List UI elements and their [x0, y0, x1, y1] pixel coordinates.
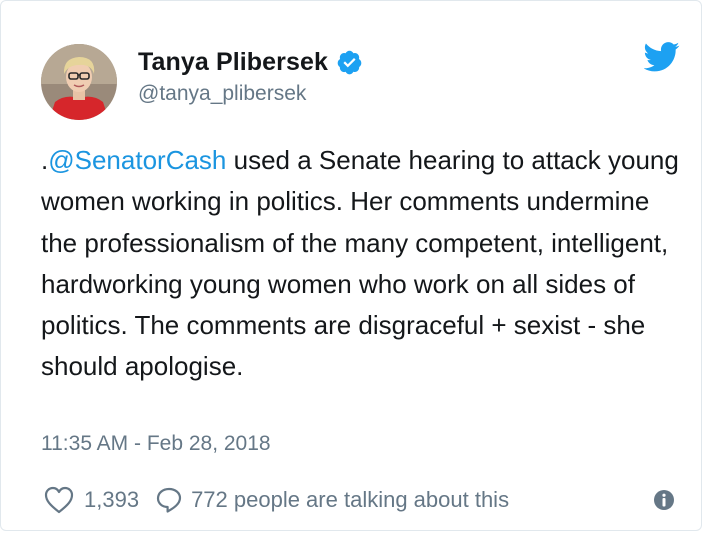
twitter-bird-icon[interactable]: [644, 42, 680, 72]
tweet-card: Tanya Plibersek @tanya_plibersek .@Senat…: [0, 0, 702, 531]
conversation-text: 772 people are talking about this: [191, 487, 510, 512]
conversation-link[interactable]: 772 people are talking about this: [155, 486, 509, 514]
mention-link[interactable]: @SenatorCash: [48, 145, 226, 175]
author-handle[interactable]: @tanya_plibersek: [138, 82, 306, 106]
tweet-body: used a Senate hearing to attack young wo…: [41, 145, 679, 382]
like-count: 1,393: [84, 487, 140, 512]
info-icon[interactable]: [653, 489, 675, 511]
verified-badge-icon: [337, 50, 362, 74]
heart-icon: [44, 486, 74, 514]
avatar-photo: [41, 44, 117, 120]
like-button[interactable]: 1,393: [44, 486, 139, 514]
tweet-text: .@SenatorCash used a Senate hearing to a…: [41, 140, 691, 388]
author-name-row[interactable]: Tanya Plibersek: [138, 44, 363, 80]
speech-bubble-icon: [156, 487, 182, 513]
tweet-actions: 1,393 772 people are talking about this: [44, 483, 509, 517]
tweet-timestamp[interactable]: 11:35 AM - Feb 28, 2018: [41, 432, 271, 456]
avatar[interactable]: [41, 44, 117, 120]
author-display-name[interactable]: Tanya Plibersek: [138, 48, 328, 77]
